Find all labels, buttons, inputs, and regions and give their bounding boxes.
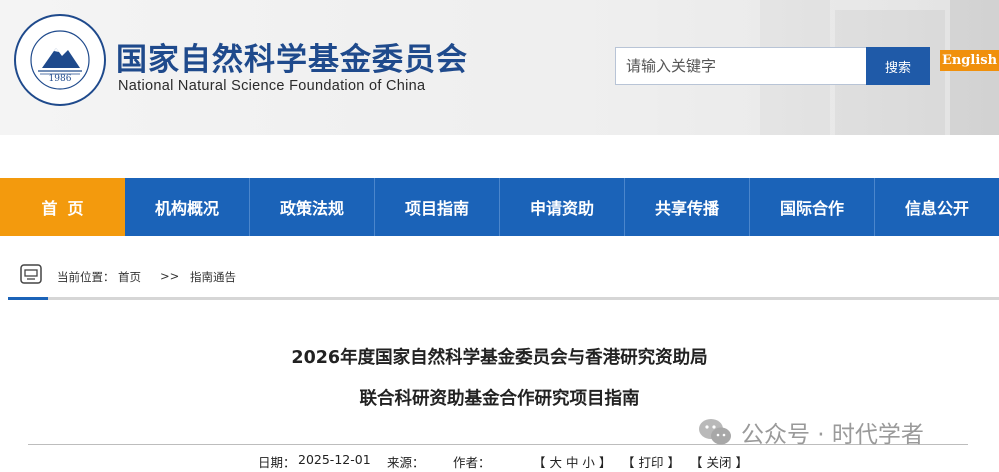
logo-emblem-icon xyxy=(30,30,90,90)
author-label: 作者： xyxy=(453,455,491,470)
breadcrumb-home-link[interactable]: 首页 xyxy=(118,269,141,285)
logo-year: 1986 xyxy=(48,74,72,84)
search-button[interactable]: 搜索 xyxy=(866,47,930,85)
article-title-line1: 2026年度国家自然科学基金委员会与香港研究资助局 xyxy=(291,348,708,368)
wechat-icon xyxy=(699,419,731,445)
search-input[interactable] xyxy=(615,47,867,85)
english-button[interactable]: English xyxy=(940,50,999,71)
nav-item-funding[interactable]: 申请资助 xyxy=(500,178,625,236)
publish-date: 2025-12-01 xyxy=(298,452,371,467)
article-title-line2: 联合科研资助基金合作研究项目指南 xyxy=(359,389,640,409)
close-link[interactable]: 【 关闭 】 xyxy=(690,452,748,471)
watermark: 公众号 · 时代学者 xyxy=(697,414,924,450)
page: 1986 国家自然科学基金委员会 National Natural Scienc… xyxy=(0,0,999,472)
nav-item-international[interactable]: 国际合作 xyxy=(750,178,875,236)
site-header: 1986 国家自然科学基金委员会 National Natural Scienc… xyxy=(0,0,999,178)
breadcrumb-prefix: 当前位置： xyxy=(57,270,115,284)
nav-item-share[interactable]: 共享传播 xyxy=(625,178,750,236)
watermark-text: 公众号 · 时代学者 xyxy=(741,422,924,448)
nav-item-policy[interactable]: 政策法规 xyxy=(250,178,375,236)
date-label: 日期： xyxy=(258,455,296,470)
breadcrumb-divider-accent xyxy=(8,297,48,300)
nav-item-guide[interactable]: 项目指南 xyxy=(375,178,500,236)
font-size-control[interactable]: 【 大 中 小 】 xyxy=(533,452,611,471)
site-title-en[interactable]: National Natural Science Foundation of C… xyxy=(118,78,425,94)
location-icon xyxy=(20,264,42,284)
nav-item-home[interactable]: 首页 xyxy=(0,178,125,236)
nsfc-logo[interactable]: 1986 xyxy=(14,14,106,106)
nav-item-disclosure[interactable]: 信息公开 xyxy=(875,178,999,236)
breadcrumb-current[interactable]: 指南通告 xyxy=(190,269,236,285)
nav-item-about[interactable]: 机构概况 xyxy=(125,178,250,236)
breadcrumb-separator: >> xyxy=(160,269,180,283)
site-title-cn[interactable]: 国家自然科学基金委员会 xyxy=(116,34,468,79)
main-nav: 首页 机构概况 政策法规 项目指南 申请资助 共享传播 国际合作 信息公开 xyxy=(0,178,999,236)
source-label: 来源： xyxy=(387,455,425,470)
print-link[interactable]: 【 打印 】 xyxy=(622,452,680,471)
breadcrumb xyxy=(0,236,999,298)
breadcrumb-divider xyxy=(8,297,999,300)
